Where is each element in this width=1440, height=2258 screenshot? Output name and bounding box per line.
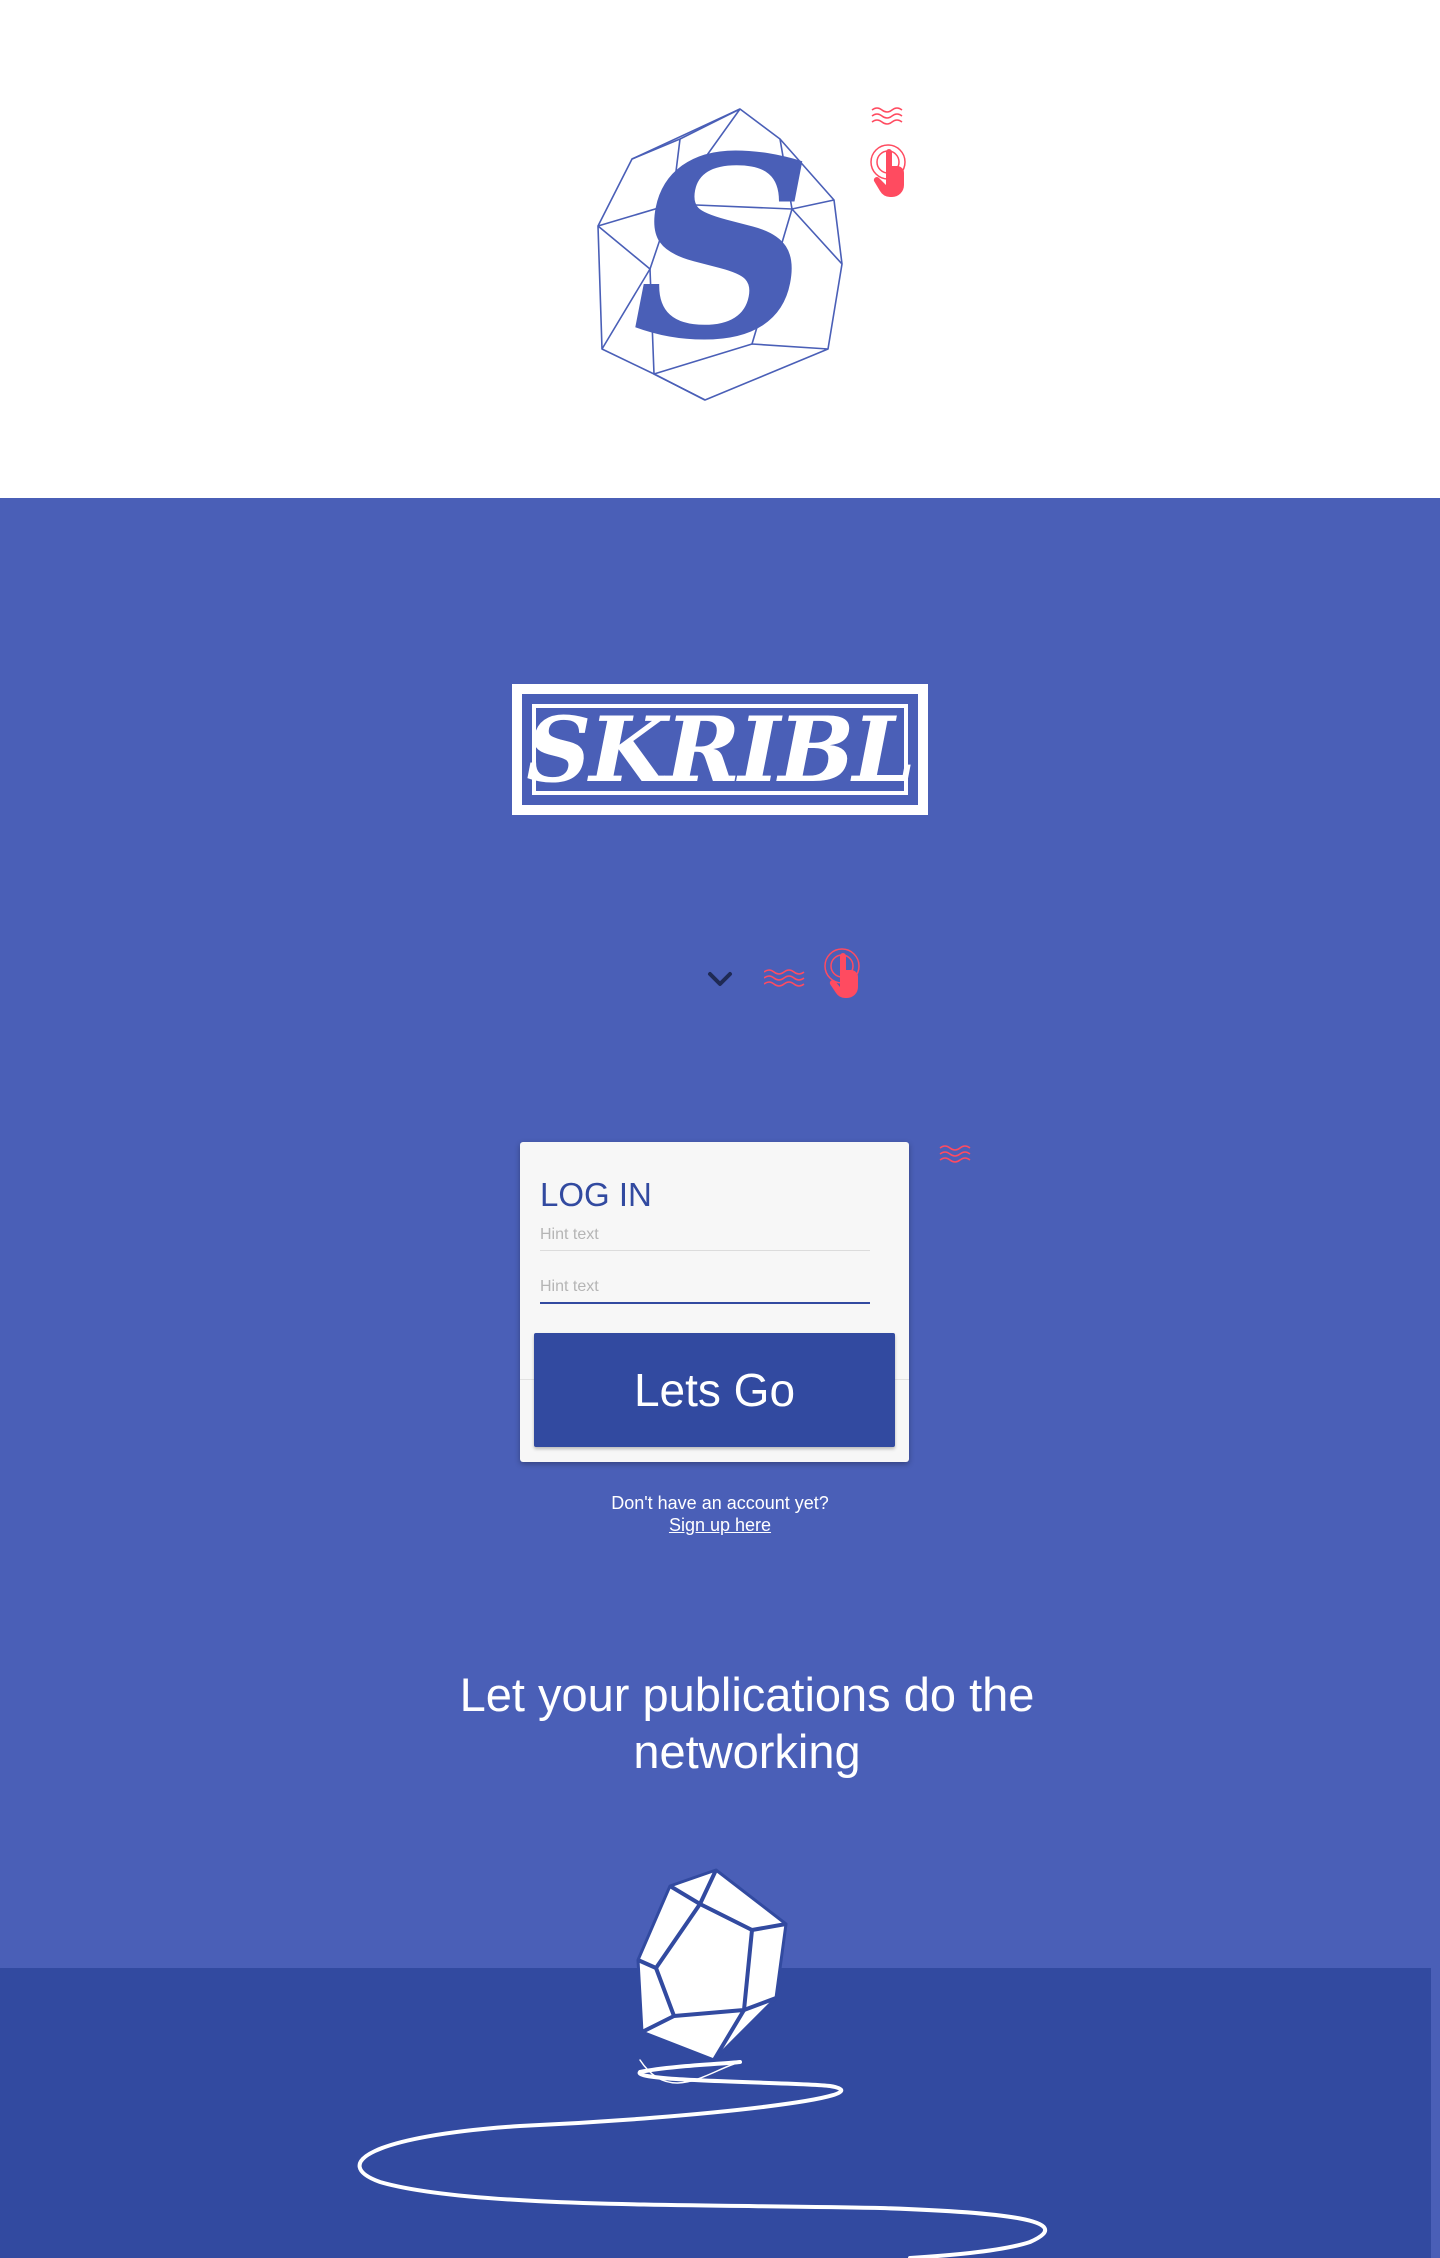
login-title: LOG IN (540, 1176, 652, 1213)
tap-gesture-icon (868, 106, 912, 214)
brand-logo-frame: SKRIBL (512, 684, 928, 815)
password-field[interactable] (540, 1278, 870, 1304)
signup-link[interactable]: Sign up here (620, 1514, 820, 1536)
tap-gesture-icon (938, 1140, 978, 1164)
rock-illustration (357, 1868, 1048, 2258)
logo-letter: S (632, 101, 813, 395)
login-card: LOG IN Lets Go (520, 1142, 909, 1462)
tap-gesture-icon (764, 946, 868, 1006)
tagline: Let your publications do the networking (459, 1668, 1035, 1778)
lets-go-button[interactable]: Lets Go (534, 1333, 895, 1447)
footer-edge (1431, 1968, 1440, 2258)
brand-name: SKRIBL (526, 696, 916, 803)
chevron-down-icon[interactable] (704, 964, 736, 996)
username-field[interactable] (540, 1226, 870, 1251)
signup-prompt: Don't have an account yet? (611, 1493, 829, 1513)
